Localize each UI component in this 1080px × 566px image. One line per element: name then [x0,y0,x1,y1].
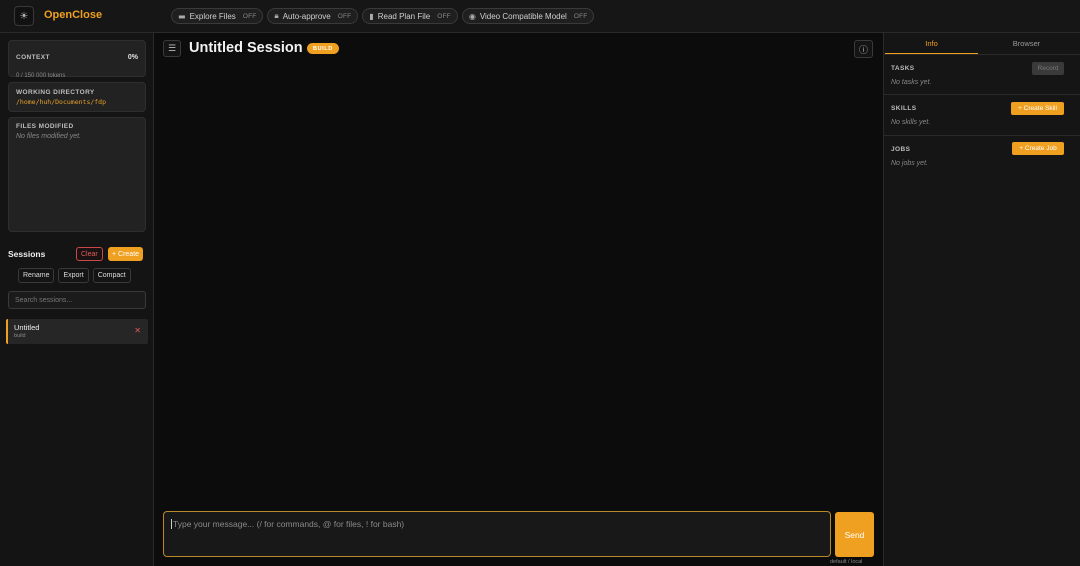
tabs-divider [884,54,1080,55]
tab-browser[interactable]: Browser [980,33,1073,54]
skills-title: SKILLS [891,105,917,112]
session-item[interactable]: Untitled build ✕ [6,319,148,344]
message-placeholder: Type your message... (/ for commands, @ … [173,519,405,529]
working-directory-path: /home/huh/Documents/fdp [16,98,107,106]
right-panel: Info Browser TASKS Record No tasks yet. … [883,33,1080,566]
export-button[interactable]: Export [58,268,89,283]
message-input[interactable]: Type your message... (/ for commands, @ … [163,511,831,557]
toggle-state: OFF [437,12,451,20]
toggle-state: OFF [337,12,352,20]
files-modified-title: FILES MODIFIED [16,123,74,130]
sessions-title: Sessions [8,249,46,259]
session-search-input[interactable]: Search sessions... [8,291,146,309]
eye-icon: ◉ [468,11,476,21]
tasks-title: TASKS [891,65,915,72]
toolbar-toggles: ▬ Explore Files OFF 🔒︎ Auto-approve OFF … [171,8,595,24]
chat-area: ☰ Untitled Session BUILD ⓘ Type your mes… [155,33,883,566]
toggle-label: Explore Files [189,11,236,21]
session-title: Untitled Session [189,40,303,56]
sun-icon[interactable]: ☀ [14,6,34,26]
toggle-auto-approve[interactable]: 🔒︎ Auto-approve OFF [267,8,359,24]
record-button[interactable]: Record [1032,62,1064,75]
files-modified-empty: No files modified yet. [16,133,81,140]
app-title: OpenClose [44,9,103,21]
model-label: default / local [830,559,863,565]
context-percent: 0% [127,54,138,61]
toggle-label: Video Compatible Model [479,11,567,21]
text-caret [171,519,172,529]
toggle-explore-files[interactable]: ▬ Explore Files OFF [171,8,264,24]
working-directory-card: WORKING DIRECTORY /home/huh/Documents/fd… [8,82,146,112]
tasks-empty: No tasks yet. [891,79,932,86]
clear-sessions-button[interactable]: Clear [76,247,103,261]
create-skill-button[interactable]: + Create Skill [1011,102,1064,115]
toggle-read-plan-file[interactable]: ▮ Read Plan File OFF [362,8,458,24]
toggle-state: OFF [573,12,588,20]
left-sidebar: CONTEXT 0% 0 / 150 000 tokens WORKING DI… [0,33,154,566]
info-icon[interactable]: ⓘ [854,40,873,58]
files-modified-card: FILES MODIFIED No files modified yet. [8,117,146,232]
lock-icon: 🔒︎ [274,11,279,20]
skills-empty: No skills yet. [891,119,931,126]
toggle-label: Read Plan File [377,11,431,21]
folder-icon: ▬ [178,11,186,21]
section-divider [884,94,1080,95]
send-button[interactable]: Send [835,512,874,557]
toggle-state: OFF [242,12,257,20]
session-mode: build [14,333,26,339]
session-actions: Rename Export Compact [18,268,131,283]
create-session-button[interactable]: + Create [108,247,144,261]
mode-badge: BUILD [307,43,339,54]
menu-icon[interactable]: ☰ [163,40,181,57]
toggle-video-compatible-model[interactable]: ◉ Video Compatible Model OFF [461,8,595,24]
context-tokens: 0 / 150 000 tokens [16,73,66,79]
close-icon[interactable]: ✕ [134,326,141,335]
jobs-empty: No jobs yet. [891,160,928,167]
working-directory-title: WORKING DIRECTORY [16,89,95,96]
session-name: Untitled [14,323,40,332]
tab-info[interactable]: Info [885,33,978,54]
rename-button[interactable]: Rename [18,268,55,283]
jobs-title: JOBS [891,146,911,153]
section-divider [884,135,1080,136]
create-job-button[interactable]: + Create Job [1012,142,1064,155]
context-card: CONTEXT 0% 0 / 150 000 tokens [8,40,146,79]
context-title: CONTEXT [16,54,50,61]
document-icon: ▮ [369,11,374,21]
toggle-label: Auto-approve [282,11,331,21]
top-bar: ☀ OpenClose ▬ Explore Files OFF 🔒︎ Auto-… [0,0,1080,33]
compact-button[interactable]: Compact [92,268,131,283]
